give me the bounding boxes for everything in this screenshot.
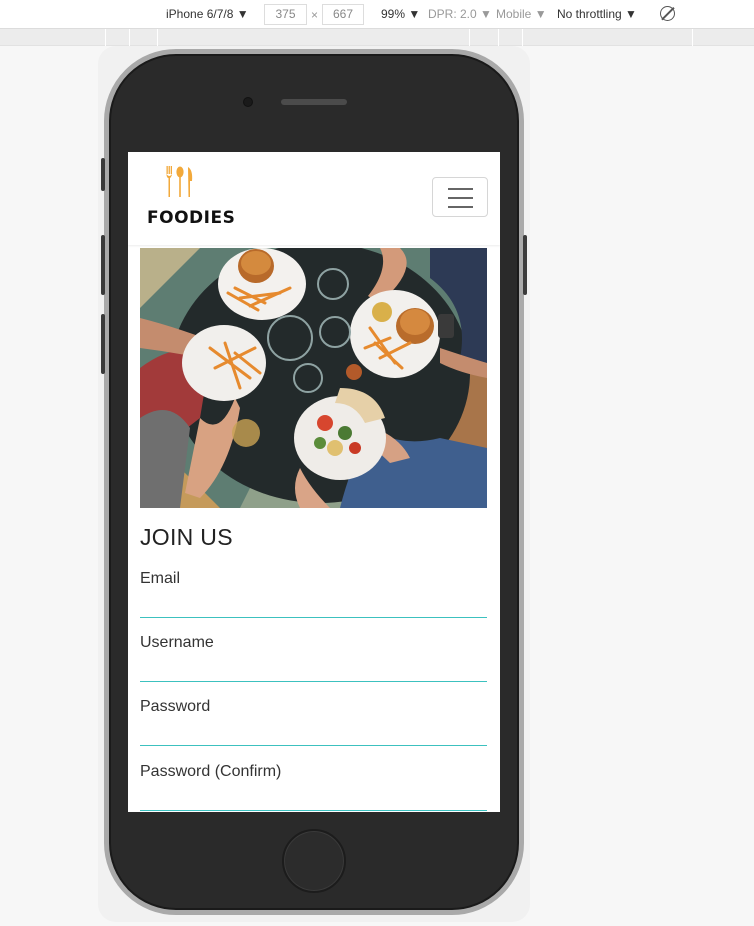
device-select[interactable]: iPhone 6/7/8 ▼ (166, 7, 249, 21)
devtools-device-toolbar: iPhone 6/7/8 ▼ 375 × 667 99% ▼ DPR: 2.0 … (0, 0, 754, 29)
password-underline (140, 744, 487, 746)
ruler-segment[interactable] (499, 29, 523, 46)
dpr-label: DPR: 2.0 (428, 7, 477, 21)
ruler-segment[interactable] (523, 29, 693, 46)
navbar: FOODIES (128, 152, 500, 245)
ruler-segment[interactable] (470, 29, 499, 46)
hamburger-icon-bar (448, 197, 473, 199)
throttling-label: No throttling (557, 7, 622, 21)
volume-up-button (101, 235, 105, 295)
brand-name: FOODIES (147, 208, 236, 228)
username-label: Username (140, 634, 214, 651)
username-underline (140, 680, 487, 682)
email-field[interactable]: Email (140, 570, 487, 618)
media-query-ruler (0, 29, 754, 46)
ruler-segment[interactable] (130, 29, 158, 46)
hamburger-icon-bar (448, 206, 473, 208)
dimension-separator: × (311, 8, 319, 22)
join-us-heading: JOIN US (140, 524, 233, 550)
home-button[interactable] (282, 829, 346, 893)
chevron-down-icon: ▼ (625, 7, 637, 21)
ruler-segment[interactable] (158, 29, 470, 46)
password-confirm-field[interactable]: Password (Confirm) (140, 763, 487, 811)
ruler-segment[interactable] (693, 29, 754, 46)
hero-food-image (140, 248, 487, 508)
utensils-icon (166, 166, 193, 197)
mode-label: Mobile (496, 7, 532, 21)
earpiece-speaker (281, 99, 347, 105)
mute-switch (101, 158, 105, 191)
ruler-segment[interactable] (0, 29, 106, 46)
password-confirm-label: Password (Confirm) (140, 763, 282, 780)
power-button (523, 235, 527, 295)
zoom-select[interactable]: 99% ▼ (381, 7, 420, 21)
food-table-illustration (140, 248, 487, 508)
device-select-label: iPhone 6/7/8 (166, 7, 234, 21)
chevron-down-icon: ▼ (236, 7, 249, 21)
throttling-select[interactable]: No throttling ▼ (557, 7, 637, 21)
password-field[interactable]: Password (140, 698, 487, 746)
dpr-select[interactable]: DPR: 2.0 ▼ (428, 7, 492, 21)
chevron-down-icon: ▼ (534, 7, 547, 21)
chevron-down-icon: ▼ (480, 7, 492, 21)
front-camera (244, 98, 252, 106)
username-field[interactable]: Username (140, 634, 487, 682)
password-confirm-underline (140, 809, 487, 811)
password-label: Password (140, 698, 211, 715)
mode-select[interactable]: Mobile ▼ (496, 7, 547, 21)
navbar-toggler-button[interactable] (432, 177, 488, 217)
volume-down-button (101, 314, 105, 374)
height-input[interactable]: 667 (322, 4, 364, 25)
device-screen: FOODIES JOIN US Email Username Password … (128, 152, 500, 812)
width-input[interactable]: 375 (264, 4, 307, 25)
email-underline (140, 616, 487, 618)
chevron-down-icon: ▼ (408, 7, 421, 21)
ruler-segment[interactable] (106, 29, 130, 46)
rotate-icon[interactable] (660, 6, 675, 21)
zoom-label: 99% (381, 7, 406, 21)
hamburger-icon-bar (448, 188, 473, 190)
email-label: Email (140, 570, 181, 587)
